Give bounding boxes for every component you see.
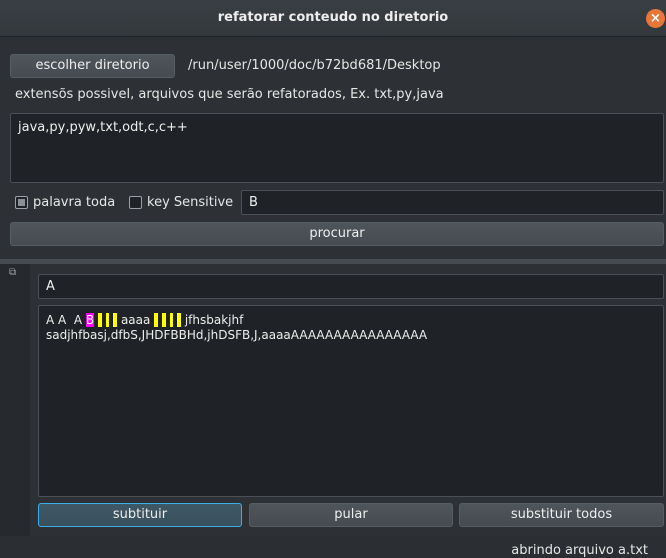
editor-text: sadjhfbasj,dfbS,JHDFBBHd,jhDSFB,J,aaaaAA… [46, 328, 428, 342]
status-bar: abrindo arquivo a.txt [0, 536, 666, 558]
skip-button[interactable]: pular [249, 503, 453, 527]
float-window-icon[interactable]: ⧉ [9, 268, 20, 279]
directory-path: /run/user/1000/doc/b72bd681/Desktop [188, 58, 441, 73]
window-title: refatorar conteudo no diretorio [217, 10, 449, 25]
match [113, 313, 118, 327]
extensions-hint: extensõs possivel, arquivos que serão re… [15, 87, 444, 102]
extensions-input[interactable]: java,py,pyw,txt,odt,c,c++ [10, 113, 664, 183]
case-sensitive-label: key Sensitive [147, 195, 234, 210]
editor-text: jfhsbakjhf [184, 313, 244, 327]
status-message: abrindo arquivo a.txt [511, 543, 648, 558]
replace-input[interactable]: A [38, 274, 664, 299]
choose-directory-button[interactable]: escolher diretorio [10, 54, 175, 78]
dock-gutter [0, 264, 30, 536]
close-icon[interactable]: × [646, 9, 665, 28]
file-content-editor[interactable]: A A A B aaaa jfhsbakjhf sadjhfbasj,dfbS,… [38, 305, 664, 497]
search-input[interactable]: B [241, 190, 664, 215]
replace-all-button[interactable]: substituir todos [459, 503, 664, 527]
editor-text: A A A [46, 313, 83, 327]
match [97, 313, 102, 327]
match [169, 313, 174, 327]
match [177, 313, 181, 327]
whole-word-label: palavra toda [33, 195, 116, 210]
title-bar: refatorar conteudo no diretorio × [0, 0, 666, 37]
match [105, 313, 110, 327]
replace-button[interactable]: subtituir [38, 503, 242, 527]
editor-text: aaaa [120, 313, 151, 327]
whole-word-checkbox[interactable] [15, 196, 28, 209]
match [154, 313, 159, 327]
match [161, 313, 166, 327]
case-sensitive-checkbox[interactable] [129, 196, 142, 209]
current-match: B [85, 313, 95, 327]
search-button[interactable]: procurar [10, 222, 664, 246]
